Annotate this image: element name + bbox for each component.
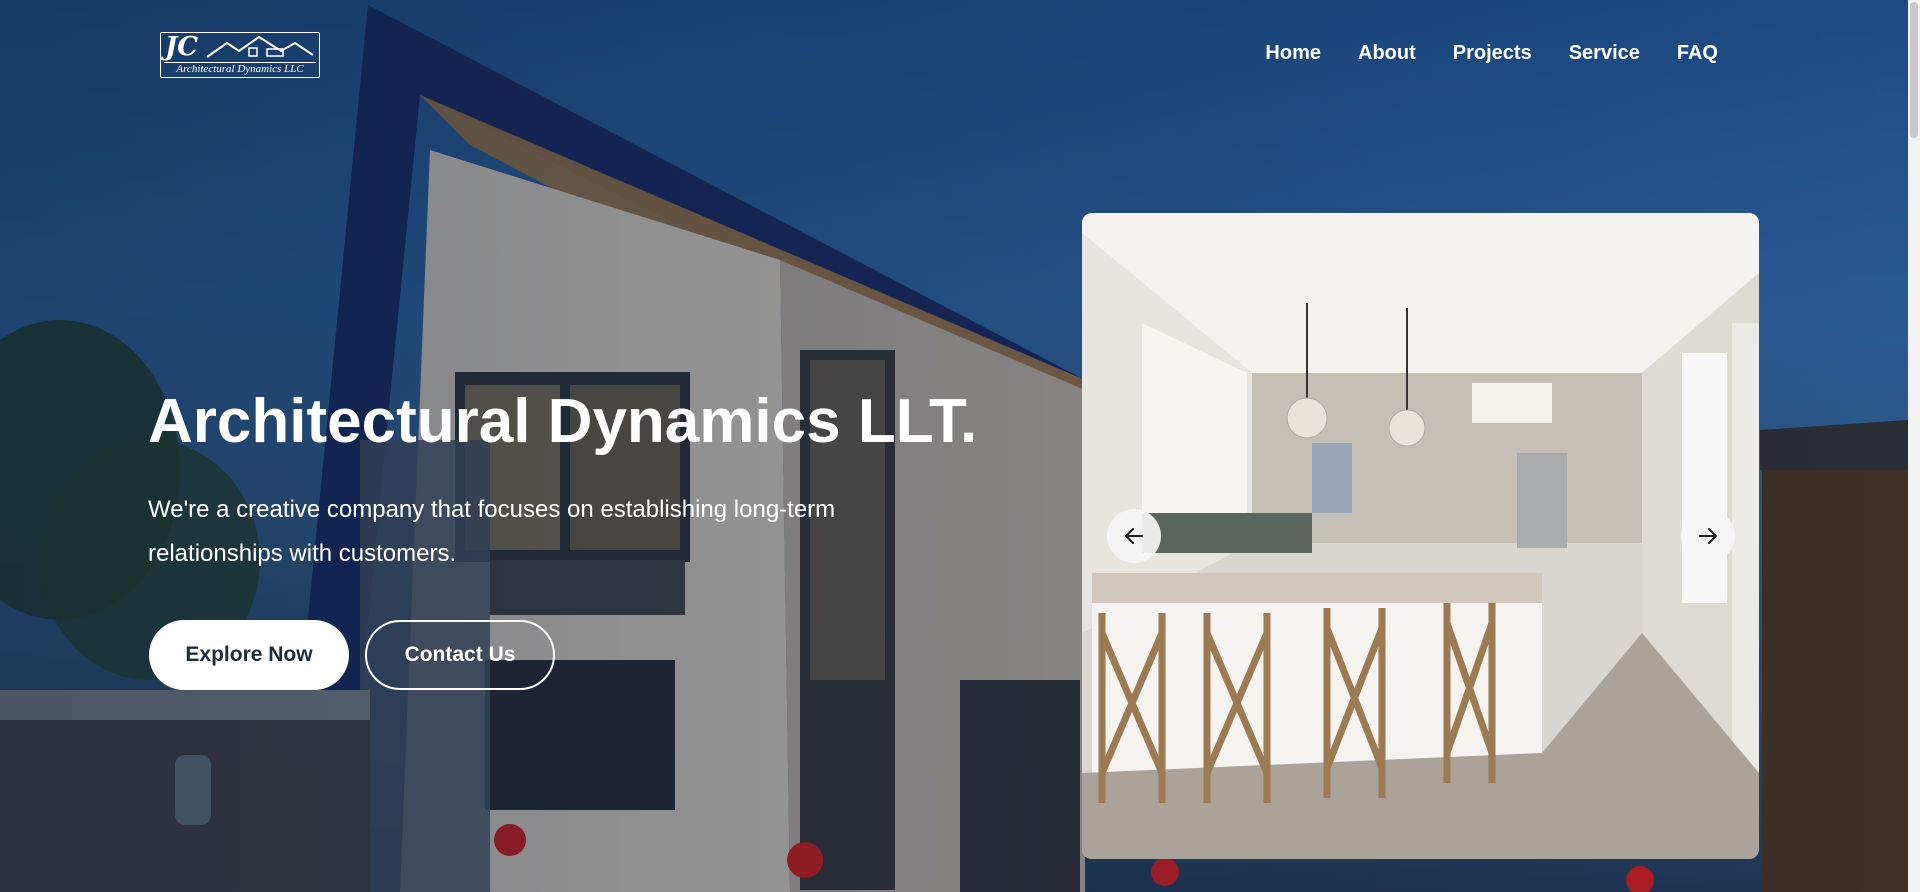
contact-us-button[interactable]: Contact Us	[365, 620, 555, 690]
nav-projects[interactable]: Projects	[1453, 42, 1532, 65]
arrow-left-icon	[1125, 528, 1143, 544]
house-roofline-icon	[206, 35, 314, 58]
nav-about[interactable]: About	[1358, 42, 1416, 65]
image-slider[interactable]	[1082, 213, 1759, 859]
slider-next-button[interactable]	[1681, 509, 1735, 563]
scrollbar-thumb[interactable]	[1910, 2, 1918, 138]
main-nav: Home About Projects Service FAQ	[1265, 42, 1718, 65]
nav-home[interactable]: Home	[1265, 42, 1321, 65]
hero-title: Architectural Dynamics LLT.	[148, 387, 978, 456]
logo-text: Architectural Dynamics LLC	[164, 62, 316, 75]
company-logo[interactable]: JC Architectural Dynamics LLC	[160, 32, 320, 78]
hero-tagline: We're a creative company that focuses on…	[148, 496, 836, 567]
page-scrollbar[interactable]	[1908, 0, 1920, 892]
slider-prev-button[interactable]	[1107, 509, 1161, 563]
logo-monogram: JC	[165, 32, 198, 62]
nav-service[interactable]: Service	[1569, 42, 1640, 65]
nav-faq[interactable]: FAQ	[1677, 42, 1718, 65]
kitchen-slide-image	[1082, 213, 1759, 859]
arrow-right-icon	[1699, 528, 1717, 544]
explore-now-button[interactable]: Explore Now	[149, 620, 349, 690]
hero-section: JC Architectural Dynamics LLC Home About…	[0, 0, 1908, 892]
